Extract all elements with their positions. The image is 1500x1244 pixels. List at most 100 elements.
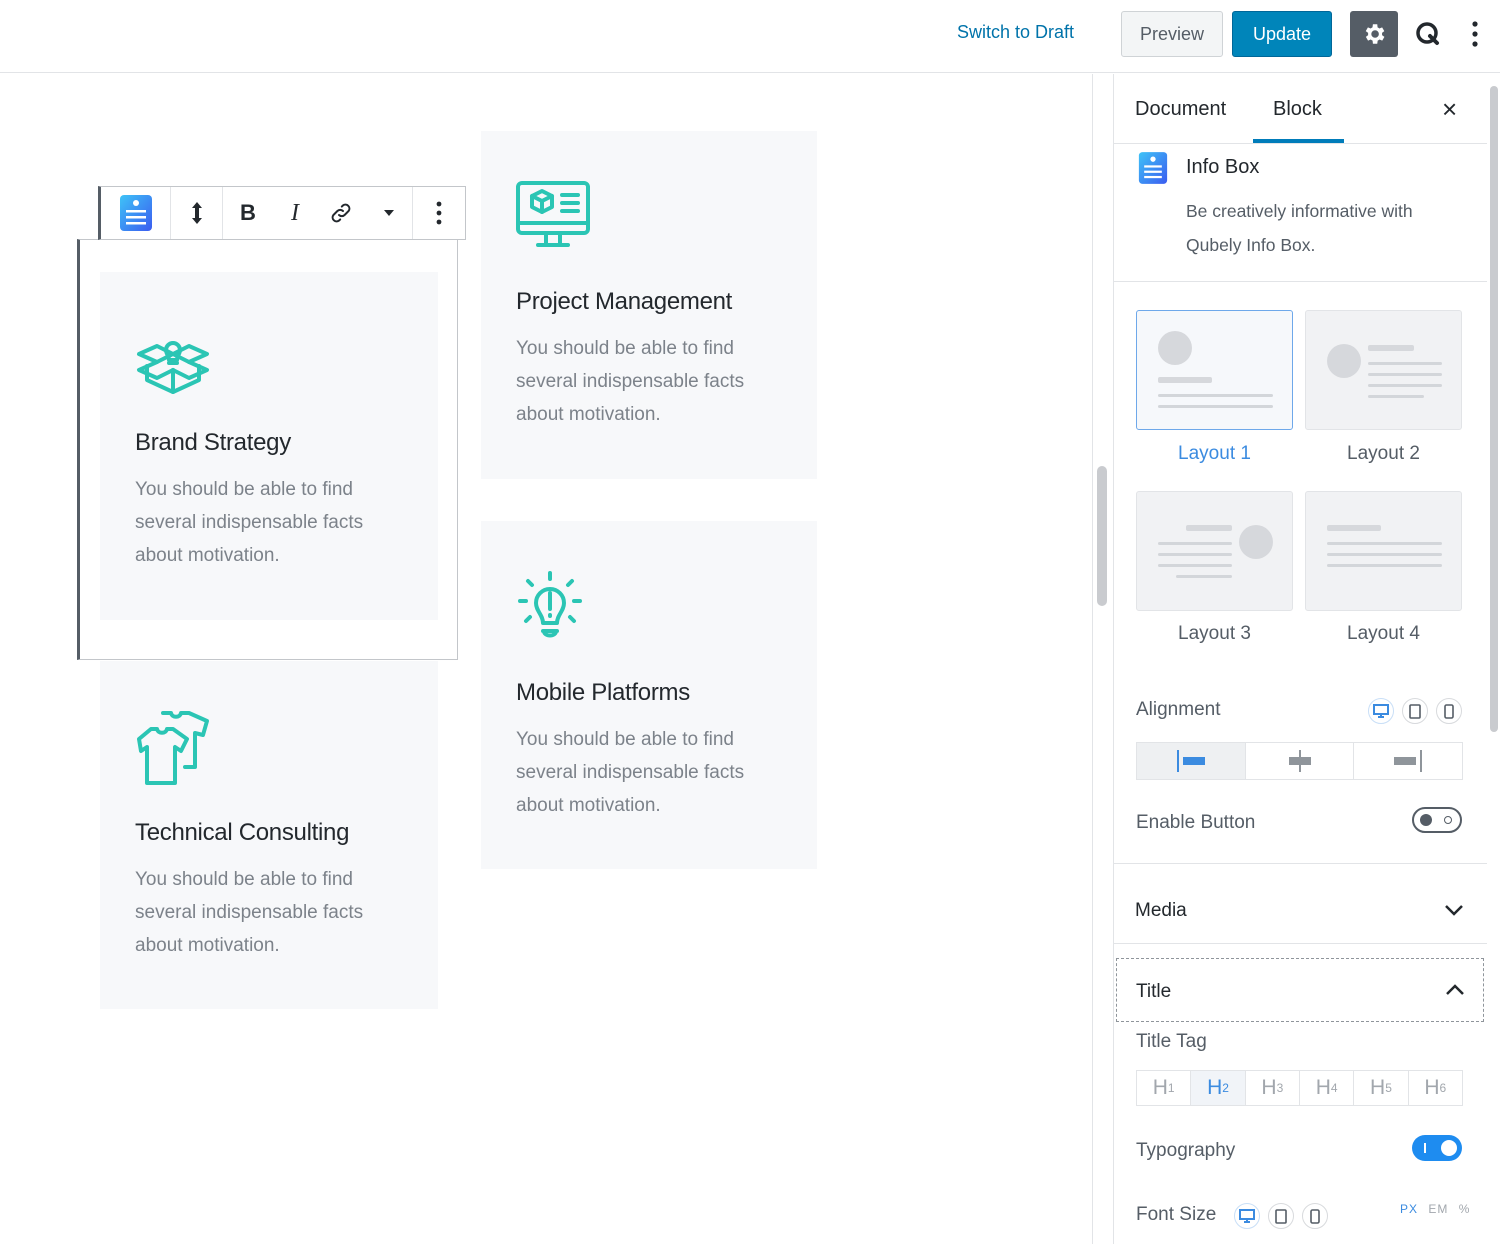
rocket-icon [1327, 344, 1361, 378]
sidebar-scrollbar-thumb[interactable] [1490, 86, 1498, 732]
layout-1-option[interactable] [1136, 310, 1293, 430]
layout-3-label[interactable]: Layout 3 [1136, 623, 1293, 645]
title-tag-options: H1 H2 H3 H4 H5 H6 [1136, 1070, 1463, 1106]
block-description: Be creatively informative with Qubely In… [1186, 201, 1413, 255]
layout-1-label[interactable]: Layout 1 [1136, 443, 1293, 465]
link-icon [331, 203, 351, 223]
shirts-icon [137, 711, 209, 785]
title-tag-h2[interactable]: H2 [1191, 1071, 1246, 1105]
card-title: Project Management [516, 288, 733, 315]
more-options-button[interactable] [1460, 16, 1490, 52]
font-size-mobile-button[interactable] [1302, 1203, 1328, 1229]
title-tag-label: Title Tag [1136, 1031, 1207, 1052]
media-panel-title: Media [1135, 900, 1187, 921]
info-box-card[interactable]: Mobile Platforms You should be able to f… [481, 521, 817, 869]
typography-label: Typography [1136, 1140, 1236, 1161]
title-panel-header[interactable]: Title [1116, 958, 1484, 1022]
desktop-device-button[interactable] [1368, 698, 1394, 724]
lightbulb-icon [518, 571, 582, 638]
canvas-scrollbar-track [1092, 74, 1112, 1244]
canvas-scrollbar-thumb[interactable] [1097, 466, 1107, 606]
update-button[interactable]: Update [1232, 11, 1332, 57]
unit-em[interactable]: EM [1428, 1202, 1448, 1216]
monitor-cube-icon [516, 181, 590, 247]
link-button[interactable] [317, 187, 365, 239]
align-right-icon [1394, 750, 1423, 772]
title-tag-h3[interactable]: H3 [1246, 1071, 1300, 1105]
tab-document[interactable]: Document [1135, 98, 1226, 121]
align-left-button[interactable] [1137, 743, 1246, 779]
toggle-on-mark [1424, 1143, 1426, 1153]
layout-4-option[interactable] [1305, 491, 1462, 611]
alignment-label: Alignment [1136, 699, 1221, 720]
card-title: Mobile Platforms [516, 679, 690, 706]
qubely-q-icon [1416, 22, 1439, 45]
card-description: You should be able to find several indis… [135, 869, 364, 956]
align-center-icon [1288, 750, 1311, 772]
layout-2-label[interactable]: Layout 2 [1305, 443, 1462, 465]
switch-to-draft-link[interactable]: Switch to Draft [957, 22, 1074, 43]
enable-button-toggle[interactable] [1412, 807, 1462, 833]
caret-down-icon [383, 210, 394, 216]
rocket-icon [1239, 525, 1273, 559]
info-box-icon [1138, 152, 1168, 184]
info-box-icon [119, 195, 152, 231]
bold-button[interactable]: B [223, 187, 273, 239]
unit-px[interactable]: PX [1400, 1202, 1418, 1216]
info-box-card[interactable]: Technical Consulting You should be able … [100, 661, 438, 1009]
toggle-knob [1420, 814, 1432, 826]
block-type-button[interactable] [101, 187, 171, 239]
align-right-button[interactable] [1354, 743, 1462, 779]
tablet-device-button[interactable] [1402, 698, 1428, 724]
more-vertical-icon [1472, 21, 1478, 47]
toggle-knob [1441, 1140, 1457, 1156]
more-vertical-icon [436, 201, 442, 225]
font-size-tablet-button[interactable] [1268, 1203, 1294, 1229]
more-formatting-dropdown[interactable] [365, 187, 413, 239]
toggle-off-mark [1444, 816, 1452, 824]
settings-button[interactable] [1350, 11, 1398, 57]
typography-toggle[interactable] [1412, 1135, 1462, 1161]
enable-button-label: Enable Button [1136, 812, 1256, 833]
media-panel-header[interactable]: Media [1114, 864, 1487, 944]
title-tag-h1[interactable]: H1 [1137, 1071, 1192, 1105]
tablet-icon [1409, 703, 1421, 719]
block-options-button[interactable] [413, 187, 465, 239]
preview-button[interactable]: Preview [1121, 11, 1223, 57]
qubely-button[interactable] [1410, 16, 1446, 52]
tablet-icon [1275, 1208, 1287, 1224]
card-title: Technical Consulting [135, 819, 350, 846]
sidebar-tabs: Document Block × [1114, 74, 1487, 144]
italic-button[interactable]: I [273, 187, 317, 239]
alignment-button-group [1136, 742, 1463, 780]
desktop-icon [1239, 1209, 1255, 1223]
mobile-device-button[interactable] [1436, 698, 1462, 724]
rocket-icon [1158, 331, 1192, 365]
selected-block-outline [77, 239, 458, 660]
font-size-desktop-button[interactable] [1234, 1203, 1260, 1229]
card-description: You should be able to find several indis… [516, 338, 745, 425]
title-tag-h5[interactable]: H5 [1354, 1071, 1409, 1105]
tab-block[interactable]: Block [1273, 98, 1322, 121]
unit-percent[interactable]: % [1459, 1202, 1471, 1216]
editor-header: Switch to Draft Preview Update [0, 0, 1500, 73]
title-tag-h6[interactable]: H6 [1409, 1071, 1462, 1105]
card-description: You should be able to find several indis… [516, 729, 745, 816]
block-name: Info Box [1186, 156, 1260, 178]
info-box-card[interactable]: Project Management You should be able to… [481, 131, 817, 479]
layout-3-option[interactable] [1136, 491, 1293, 611]
mobile-icon [1444, 703, 1454, 719]
align-center-button[interactable] [1246, 743, 1355, 779]
layout-4-label[interactable]: Layout 4 [1305, 623, 1462, 645]
block-toolbar: B I [98, 186, 466, 240]
layout-2-option[interactable] [1305, 310, 1462, 430]
move-button[interactable] [171, 187, 223, 239]
font-size-unit-selector: PX EM % [1400, 1202, 1470, 1216]
align-left-icon [1176, 750, 1205, 772]
block-card: Info Box Be creatively informative with … [1114, 144, 1487, 282]
active-tab-indicator [1253, 139, 1344, 143]
chevron-up-icon [1446, 984, 1464, 995]
mobile-icon [1310, 1208, 1320, 1224]
close-sidebar-button[interactable]: × [1442, 94, 1457, 125]
title-tag-h4[interactable]: H4 [1300, 1071, 1355, 1105]
